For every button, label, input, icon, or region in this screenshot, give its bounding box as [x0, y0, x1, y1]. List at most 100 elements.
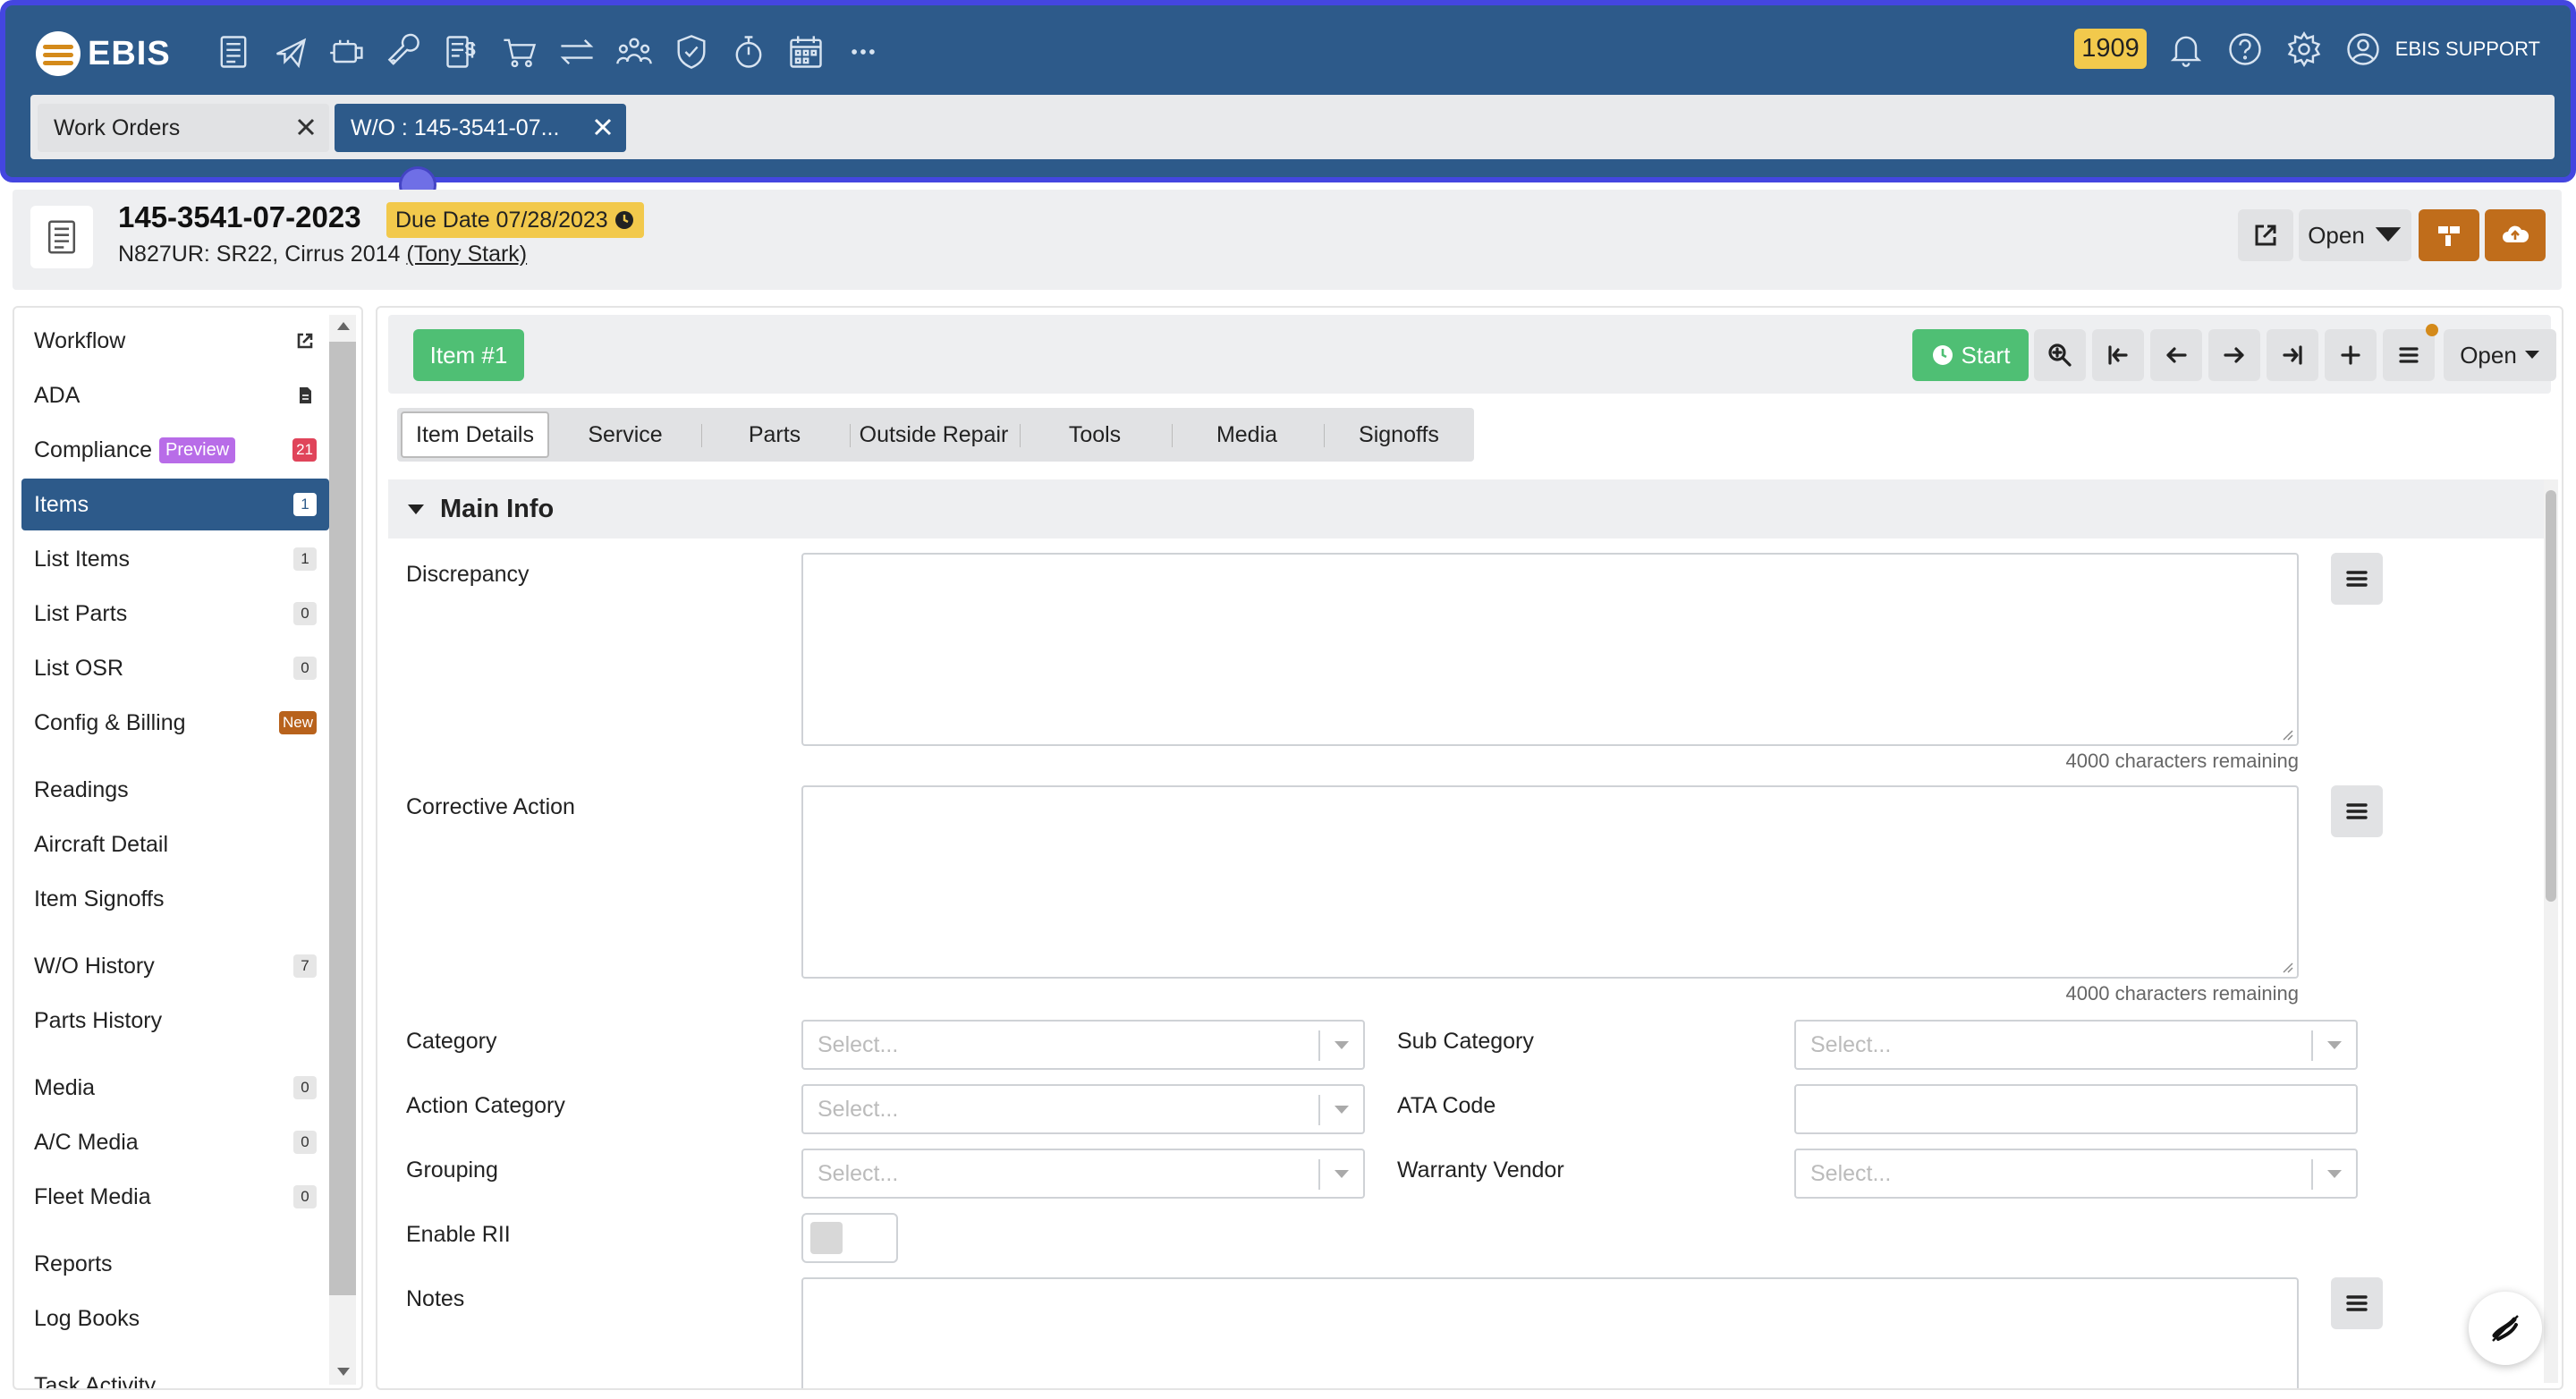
sidebar-item-workflow[interactable]: Workflow — [21, 315, 329, 367]
tab-outside-repair[interactable]: Outside Repair — [853, 411, 1014, 458]
cart-icon[interactable] — [499, 29, 540, 75]
item-status-open-button[interactable]: Open — [2444, 329, 2556, 381]
sidebar-item-wo-history[interactable]: W/O History 7 — [21, 940, 329, 992]
stopwatch-icon[interactable] — [728, 29, 769, 75]
count-badge: 7 — [293, 954, 317, 978]
add-item-button[interactable] — [2325, 329, 2377, 381]
sidebar-item-compliance[interactable]: Compliance Preview 21 — [21, 424, 329, 476]
item-number-button[interactable]: Item #1 — [413, 329, 524, 381]
ata-code-input[interactable] — [1794, 1084, 2358, 1134]
previous-item-button[interactable] — [2150, 329, 2202, 381]
sidebar-item-label: Parts History — [34, 1007, 163, 1033]
resize-grip-icon[interactable] — [2281, 961, 2293, 973]
document-icon[interactable] — [213, 29, 254, 75]
sidebar-item-ac-media[interactable]: A/C Media 0 — [21, 1116, 329, 1168]
user-name[interactable]: EBIS SUPPORT — [2395, 38, 2540, 61]
scroll-up-arrow-icon[interactable] — [337, 322, 350, 330]
calendar-icon[interactable] — [785, 29, 826, 75]
sidebar-item-items[interactable]: Items 1 — [21, 479, 329, 530]
tab-service[interactable]: Service — [558, 411, 692, 458]
sidebar-item-list-parts[interactable]: List Parts 0 — [21, 588, 329, 640]
warranty-vendor-select[interactable]: Select... — [1794, 1149, 2358, 1199]
sidebar-item-list-items[interactable]: List Items 1 — [21, 533, 329, 585]
sidebar-item-list-osr[interactable]: List OSR 0 — [21, 642, 329, 694]
enable-rii-toggle[interactable] — [801, 1213, 898, 1263]
sub-category-select[interactable]: Select... — [1794, 1020, 2358, 1070]
tab-work-order-detail[interactable]: W/O : 145-3541-07... — [335, 104, 626, 152]
sidebar-item-label: Config & Billing — [34, 709, 186, 735]
discrepancy-template-button[interactable] — [2331, 553, 2383, 605]
status-open-button[interactable]: Open — [2299, 209, 2411, 261]
start-button[interactable]: Start — [1912, 329, 2029, 381]
item-menu-button[interactable] — [2383, 324, 2438, 381]
ebis-logo[interactable]: EBIS — [36, 27, 171, 81]
skip-first-icon — [2108, 345, 2128, 365]
transfer-button[interactable] — [2419, 209, 2479, 261]
close-icon[interactable] — [295, 116, 317, 138]
sidebar-item-media[interactable]: Media 0 — [21, 1062, 329, 1114]
more-icon[interactable] — [843, 29, 884, 75]
sidebar-item-readings[interactable]: Readings — [21, 764, 329, 816]
close-icon[interactable] — [592, 116, 614, 138]
sidebar-item-aircraft-detail[interactable]: Aircraft Detail — [21, 818, 329, 870]
cloud-upload-button[interactable] — [2485, 209, 2546, 261]
next-item-button[interactable] — [2208, 329, 2260, 381]
scrollbar-thumb[interactable] — [329, 342, 356, 1295]
open-external-button[interactable] — [2238, 209, 2293, 261]
discrepancy-textarea[interactable] — [801, 553, 2299, 746]
tab-media[interactable]: Media — [1175, 411, 1318, 458]
bell-icon[interactable] — [2166, 30, 2206, 69]
ata-code-label: ATA Code — [1397, 1093, 1496, 1118]
sidebar-item-label: A/C Media — [34, 1129, 139, 1155]
corrective-action-textarea[interactable] — [801, 785, 2299, 979]
gear-icon[interactable] — [2284, 30, 2324, 69]
tab-parts[interactable]: Parts — [705, 411, 844, 458]
shield-icon[interactable] — [671, 29, 712, 75]
wrench-icon[interactable] — [385, 29, 426, 75]
grouping-select[interactable]: Select... — [801, 1149, 1365, 1199]
sidebar-item-log-books[interactable]: Log Books — [21, 1293, 329, 1344]
category-select[interactable]: Select... — [801, 1020, 1365, 1070]
sidebar-item-ada[interactable]: ADA — [21, 369, 329, 421]
select-divider — [2311, 1159, 2313, 1190]
resize-grip-icon[interactable] — [2281, 728, 2293, 741]
transfer-icon[interactable] — [556, 29, 597, 75]
customer-link[interactable]: (Tony Stark) — [406, 242, 527, 267]
help-icon[interactable] — [2225, 30, 2265, 69]
sidebar-item-parts-history[interactable]: Parts History — [21, 995, 329, 1047]
action-category-select[interactable]: Select... — [801, 1084, 1365, 1134]
external-link-icon[interactable] — [293, 329, 317, 352]
first-item-button[interactable] — [2092, 329, 2144, 381]
logo-text: EBIS — [88, 34, 171, 72]
main-scrollbar[interactable] — [2544, 479, 2558, 1383]
sidebar-scrollbar[interactable] — [329, 315, 356, 1385]
engine-icon[interactable] — [327, 29, 369, 75]
tab-item-details[interactable]: Item Details — [401, 411, 549, 458]
sidebar-item-task-activity[interactable]: Task Activity — [21, 1360, 329, 1389]
airplane-icon[interactable] — [270, 29, 311, 75]
user-avatar-icon[interactable] — [2343, 30, 2383, 69]
sidebar-item-reports[interactable]: Reports — [21, 1238, 329, 1290]
people-icon[interactable] — [614, 29, 655, 75]
sidebar-item-config-billing[interactable]: Config & Billing New — [21, 697, 329, 749]
action-category-placeholder: Select... — [818, 1096, 899, 1122]
scrollbar-thumb[interactable] — [2546, 490, 2556, 902]
notification-count-badge[interactable]: 1909 — [2074, 29, 2147, 69]
help-chat-button[interactable] — [2469, 1292, 2542, 1365]
invoice-icon[interactable] — [442, 29, 483, 75]
tab-separator — [1324, 424, 1325, 447]
magnifier-icon — [2048, 343, 2072, 367]
last-item-button[interactable] — [2267, 329, 2318, 381]
tab-signoffs[interactable]: Signoffs — [1327, 411, 1470, 458]
count-badge: 0 — [293, 657, 317, 680]
corrective-action-template-button[interactable] — [2331, 785, 2383, 837]
notes-template-button[interactable] — [2331, 1277, 2383, 1329]
zoom-button[interactable] — [2034, 329, 2086, 381]
notes-textarea[interactable] — [801, 1277, 2299, 1388]
sidebar-item-item-signoffs[interactable]: Item Signoffs — [21, 873, 329, 925]
sidebar-item-fleet-media[interactable]: Fleet Media 0 — [21, 1171, 329, 1223]
main-info-section-header[interactable]: Main Info — [388, 479, 2546, 538]
tab-tools[interactable]: Tools — [1023, 411, 1166, 458]
tab-work-orders[interactable]: Work Orders — [38, 104, 329, 152]
scroll-down-arrow-icon[interactable] — [337, 1368, 350, 1376]
